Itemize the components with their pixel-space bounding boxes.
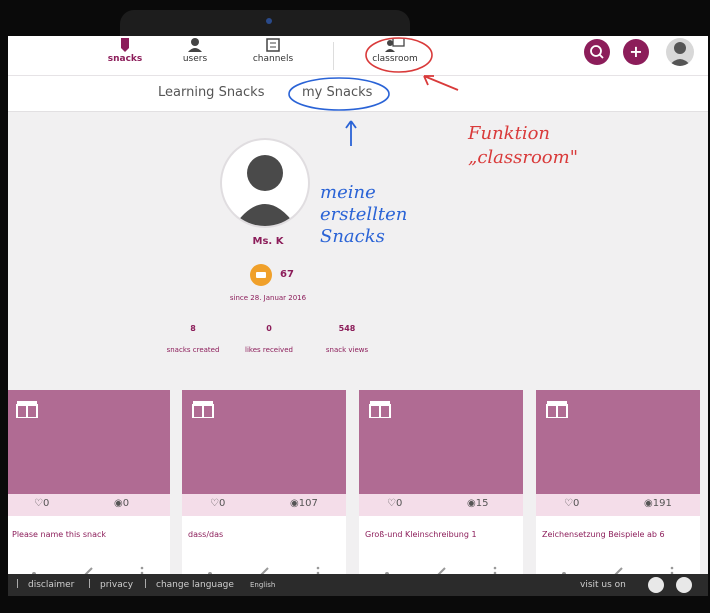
search-icon [590,45,604,59]
snack-icon [121,38,129,52]
snack-thumbnail [182,390,346,494]
users-icon [188,38,202,52]
eye-icon: ◉ [467,498,476,509]
gift-icon [192,401,214,418]
snack-stats: ♡0 ◉15 [359,494,523,516]
likes-count: ♡0 [210,498,226,509]
snack-thumbnail [359,390,523,494]
eye-icon: ◉ [290,498,299,509]
nav-users[interactable]: users [160,36,230,76]
stat-value: 548 [338,324,356,333]
gift-icon [546,401,568,418]
more-icon [316,566,320,570]
footer-visit-label: visit us on [580,580,626,590]
facebook-icon[interactable] [676,577,692,593]
profile-name: Ms. K [252,236,284,247]
views-count: ◉15 [467,498,489,509]
snack-thumbnail [8,390,170,494]
tab-learning-snacks[interactable]: Learning Snacks [158,85,264,100]
heart-icon[interactable]: ♡ [34,498,43,509]
add-snack-button[interactable]: + [623,39,649,65]
annotation-circle-blue [288,77,390,111]
views-count: ◉0 [114,498,130,509]
stat-label: snack views [325,346,369,354]
annotation-circle-red [365,37,433,73]
likes-count: ♡0 [564,498,580,509]
views-count: ◉107 [290,498,318,509]
gift-icon [16,401,38,418]
device-frame: snacks users channels classroom + Learni… [0,0,710,613]
nav-label: users [182,54,208,64]
heart-icon[interactable]: ♡ [210,498,219,509]
annotation-classroom: Funktion „classroom" [468,123,578,168]
avatar-icon [234,155,296,226]
snack-title[interactable]: Please name this snack [12,530,168,539]
footer-disclaimer-link[interactable]: disclaimer [28,580,74,590]
nav-channels[interactable]: channels [238,36,308,76]
stat-snack-views: 548 snack views [302,324,392,354]
stat-likes-received: 0 likes received [224,324,314,354]
twitter-icon[interactable] [648,577,664,593]
likes-count: ♡0 [387,498,403,509]
language-select[interactable]: English [250,581,275,589]
likes-count: ♡0 [34,498,50,509]
snacks-subnav: Learning Snacks my Snacks [8,76,708,112]
snack-title[interactable]: Groß-und Kleinschreibung 1 [365,530,521,539]
more-icon [140,566,144,570]
more-icon [670,566,674,570]
nav-label: channels [252,54,294,64]
annotation-arrow-red [423,75,459,91]
top-navigation-bar: snacks users channels classroom + [8,36,708,76]
snack-card[interactable]: ♡0 ◉0 Please name this snack [8,390,170,590]
footer-change-language-link[interactable]: change language [156,580,234,590]
snack-title[interactable]: dass/das [188,530,344,539]
search-button[interactable] [584,39,610,65]
snack-card[interactable]: ♡0 ◉15 Groß-und Kleinschreibung 1 [359,390,523,590]
snack-card[interactable]: ♡0 ◉191 Zeichensetzung Beispiele ab 6 [536,390,700,590]
app-screen: snacks users channels classroom + Learni… [8,36,708,596]
gift-icon [369,401,391,418]
snack-stats: ♡0 ◉191 [536,494,700,516]
heart-icon[interactable]: ♡ [387,498,396,509]
avatar-icon [669,42,691,66]
snack-stats: ♡0 ◉107 [182,494,346,516]
channels-icon [266,38,280,52]
nav-divider [333,42,334,70]
points-badge-icon [250,264,272,286]
stat-value: 0 [266,324,272,333]
snack-title[interactable]: Zeichensetzung Beispiele ab 6 [542,530,698,539]
nav-label: snacks [107,54,143,64]
heart-icon[interactable]: ♡ [564,498,573,509]
profile-avatar [222,140,308,226]
more-icon [493,566,497,570]
footer-bar: | disclaimer | privacy | change language… [8,574,708,596]
footer-privacy-link[interactable]: privacy [100,580,133,590]
annotation-my-snacks: meine erstellten Snacks [320,182,408,247]
stat-label: likes received [245,346,293,354]
user-avatar[interactable] [666,38,694,66]
views-count: ◉191 [644,498,672,509]
camera-dot [266,18,272,24]
snack-card[interactable]: ♡0 ◉107 dass/das [182,390,346,590]
snack-thumbnail [536,390,700,494]
nav-snacks[interactable]: snacks [90,36,160,76]
annotation-arrow-blue [345,120,357,146]
eye-icon: ◉ [114,498,123,509]
snack-stats: ♡0 ◉0 [8,494,170,516]
eye-icon: ◉ [644,498,653,509]
member-since: since 28. Januar 2016 [229,294,307,302]
points-value: 67 [280,269,294,280]
